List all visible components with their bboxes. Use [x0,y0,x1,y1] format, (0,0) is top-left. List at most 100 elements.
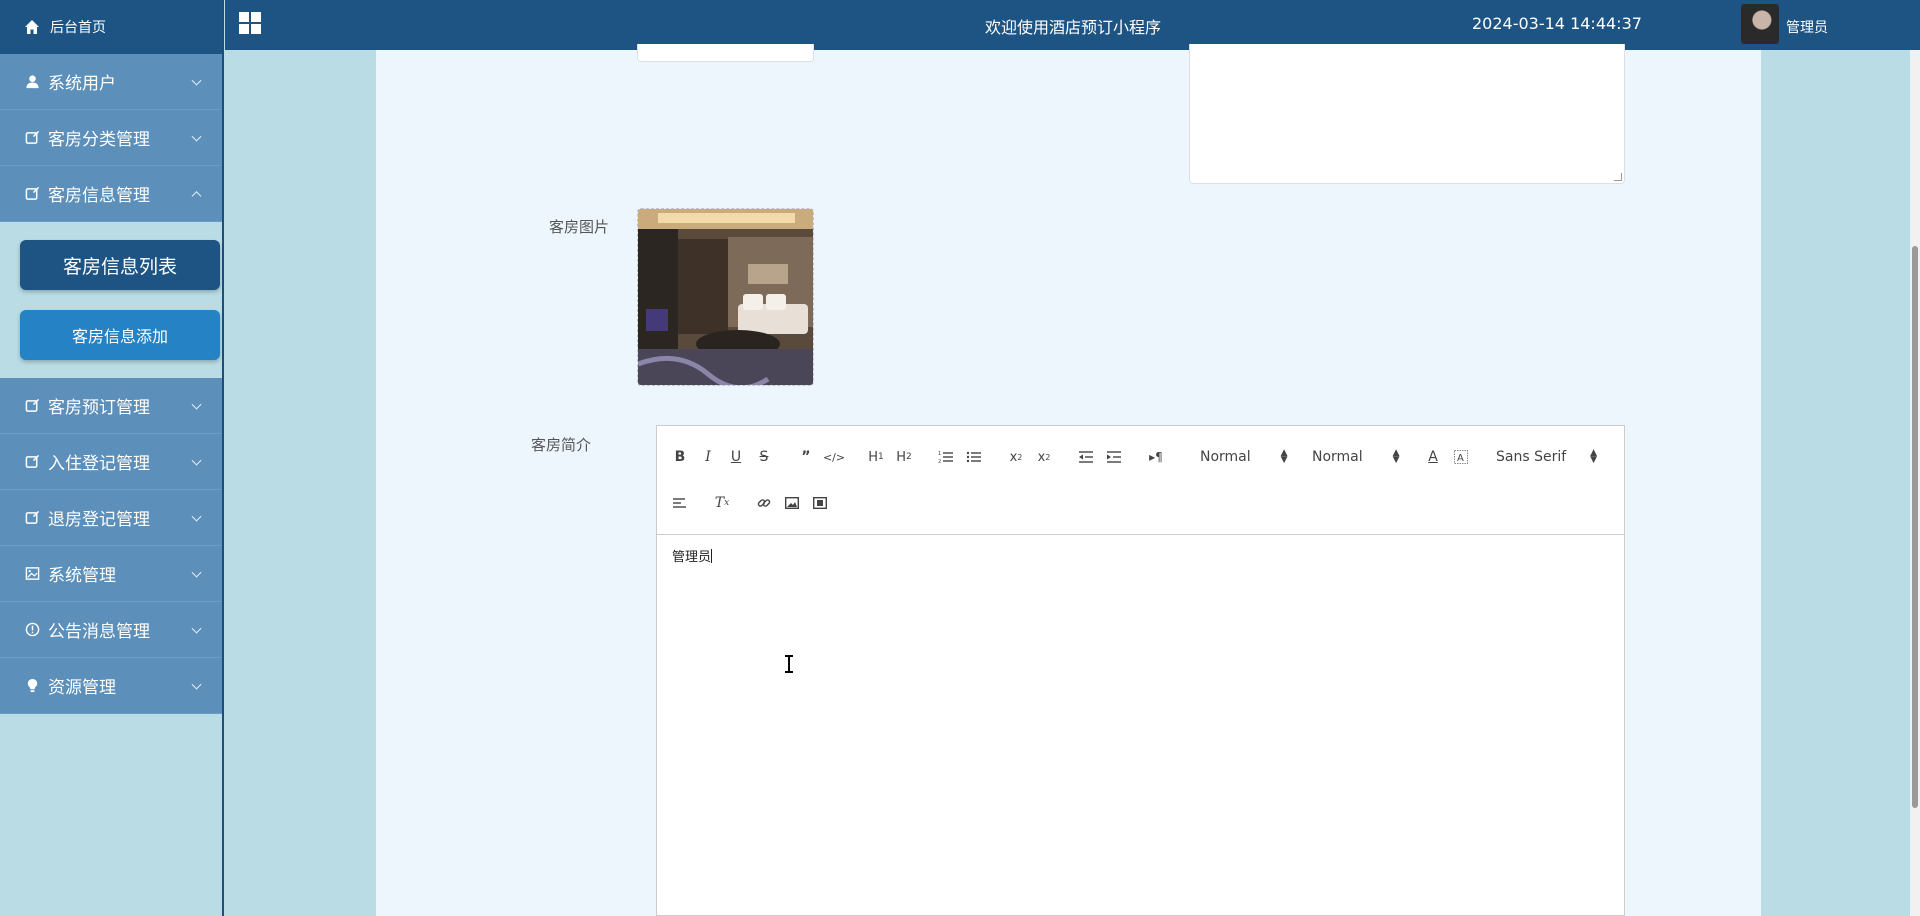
text-caret [711,549,713,563]
chevron-down-icon [191,567,202,578]
blockquote-icon[interactable]: ” [795,446,817,468]
svg-text:2: 2 [938,459,941,464]
sidebar-item-resources[interactable]: 资源管理 [0,658,222,714]
sidebar-item-label: 客房预订管理 [48,398,150,418]
sidebar-home-link[interactable]: 后台首页 [0,0,222,54]
avatar[interactable] [1741,4,1779,44]
svg-text:A: A [1457,453,1464,464]
user-icon [24,74,40,90]
sidebar-menu-lower: 客房预订管理 入住登记管理 退房登记管理 系统管理 公告消息管理 资源管理 [0,378,222,714]
app-title: 欢迎使用酒店预订小程序 [985,18,1162,37]
sidebar-item-label: 系统用户 [48,74,116,94]
sidebar-submenu: 客房信息列表 客房信息添加 [0,222,222,378]
submenu-room-info-add[interactable]: 客房信息添加 [20,310,220,360]
submenu-room-info-list[interactable]: 客房信息列表 [20,240,220,290]
sidebar-item-label: 入住登记管理 [48,454,150,474]
current-datetime: 2024-03-14 14:44:37 [1472,14,1642,33]
chevron-down-icon [191,455,202,466]
link-icon[interactable] [753,492,775,514]
outdent-icon[interactable] [1075,446,1097,468]
underline-button[interactable]: U [725,446,747,468]
h2-button[interactable]: H2 [893,446,915,468]
sidebar-item-checkout[interactable]: 退房登记管理 [0,490,222,546]
image-icon [24,566,40,582]
editor-toolbar: B I U S ” </> H1 H2 12 x2 x2 ▸¶ Normal ▲… [657,426,1624,535]
chevron-down-icon [191,679,202,690]
chevron-down-icon [191,75,202,86]
header-select-value: Normal [1200,449,1251,465]
ibeam-cursor-icon [785,655,793,673]
superscript-button[interactable]: x2 [1033,446,1055,468]
bulb-icon [24,678,40,694]
sidebar: 后台首页 系统用户 客房分类管理 客房信息管理 客房信息列表 客房信息添加 客房… [0,0,224,916]
edit-box-icon [24,510,40,526]
sidebar-item-room-category[interactable]: 客房分类管理 [0,110,222,166]
sidebar-item-label: 公告消息管理 [48,622,150,642]
cut-off-input-field[interactable] [637,44,814,62]
font-select-value: Sans Serif [1496,449,1567,465]
chevron-up-icon [191,190,202,201]
header-select[interactable]: Normal ▲ ▼ [1200,446,1288,468]
bold-button[interactable]: B [669,446,691,468]
sidebar-menu: 系统用户 客房分类管理 客房信息管理 [0,54,222,222]
italic-button[interactable]: I [697,446,719,468]
sidebar-item-system-users[interactable]: 系统用户 [0,54,222,110]
page-scrollbar[interactable] [1910,50,1920,916]
bullet-list-icon[interactable] [963,446,985,468]
editor-content[interactable]: 管理员 [657,535,1624,576]
rich-text-editor: B I U S ” </> H1 H2 12 x2 x2 ▸¶ Normal ▲… [656,425,1625,916]
sidebar-item-label: 客房分类管理 [48,130,150,150]
info-circle-icon [24,622,40,638]
code-block-icon[interactable]: </> [823,446,845,468]
select-arrows-icon: ▲ ▼ [1392,448,1400,465]
editor-text: 管理员 [672,550,712,565]
room-intro-label: 客房简介 [531,436,592,454]
chevron-down-icon [191,511,202,522]
sidebar-item-label: 资源管理 [48,678,116,698]
video-insert-icon[interactable] [809,492,831,514]
sidebar-item-checkin[interactable]: 入住登记管理 [0,434,222,490]
resize-handle-icon[interactable] [1614,173,1622,181]
chevron-down-icon [191,399,202,410]
sidebar-home-label: 后台首页 [50,20,106,36]
indent-icon[interactable] [1103,446,1125,468]
size-select[interactable]: Normal ▲ ▼ [1312,446,1400,468]
top-header: 欢迎使用酒店预订小程序 2024-03-14 14:44:37 管理员 [225,0,1920,50]
sidebar-item-label: 退房登记管理 [48,510,150,530]
edit-box-icon [24,398,40,414]
edit-box-icon [24,454,40,470]
svg-text:1: 1 [938,451,941,457]
form-panel: 客房图片 客房简介 B I U S ” </> H1 H 2 1 2 x 2 x… [376,44,1761,916]
home-icon [24,19,40,35]
chevron-down-icon [191,131,202,142]
text-color-icon[interactable]: A [1422,446,1444,468]
image-insert-icon[interactable] [781,492,803,514]
room-photo [638,209,813,385]
sidebar-item-room-booking[interactable]: 客房预订管理 [0,378,222,434]
ordered-list-icon[interactable]: 12 [935,446,957,468]
sidebar-item-announcements[interactable]: 公告消息管理 [0,602,222,658]
sidebar-item-label: 系统管理 [48,566,116,586]
select-arrows-icon: ▲ ▼ [1590,448,1598,465]
size-select-value: Normal [1312,449,1363,465]
align-icon[interactable] [669,492,691,514]
sidebar-item-room-info[interactable]: 客房信息管理 [0,166,222,222]
subscript-button[interactable]: x2 [1005,446,1027,468]
strike-button[interactable]: S [753,446,775,468]
scrollbar-thumb[interactable] [1912,246,1918,808]
text-direction-icon[interactable]: ▸¶ [1145,446,1167,468]
menu-toggle-icon[interactable] [239,12,261,34]
font-select[interactable]: Sans Serif ▲ ▼ [1496,446,1597,468]
room-image-label: 客房图片 [549,218,610,236]
cut-off-textarea[interactable] [1189,44,1625,184]
room-image-upload[interactable] [637,208,814,386]
sidebar-item-label: 客房信息管理 [48,186,150,206]
select-arrows-icon: ▲ ▼ [1280,448,1288,465]
background-color-icon[interactable]: A [1450,446,1472,468]
sidebar-item-system-manage[interactable]: 系统管理 [0,546,222,602]
edit-box-icon [24,186,40,202]
h1-button[interactable]: H1 [865,446,887,468]
username[interactable]: 管理员 [1786,17,1828,37]
clean-format-icon[interactable]: Tx [711,492,733,514]
edit-box-icon [24,130,40,146]
